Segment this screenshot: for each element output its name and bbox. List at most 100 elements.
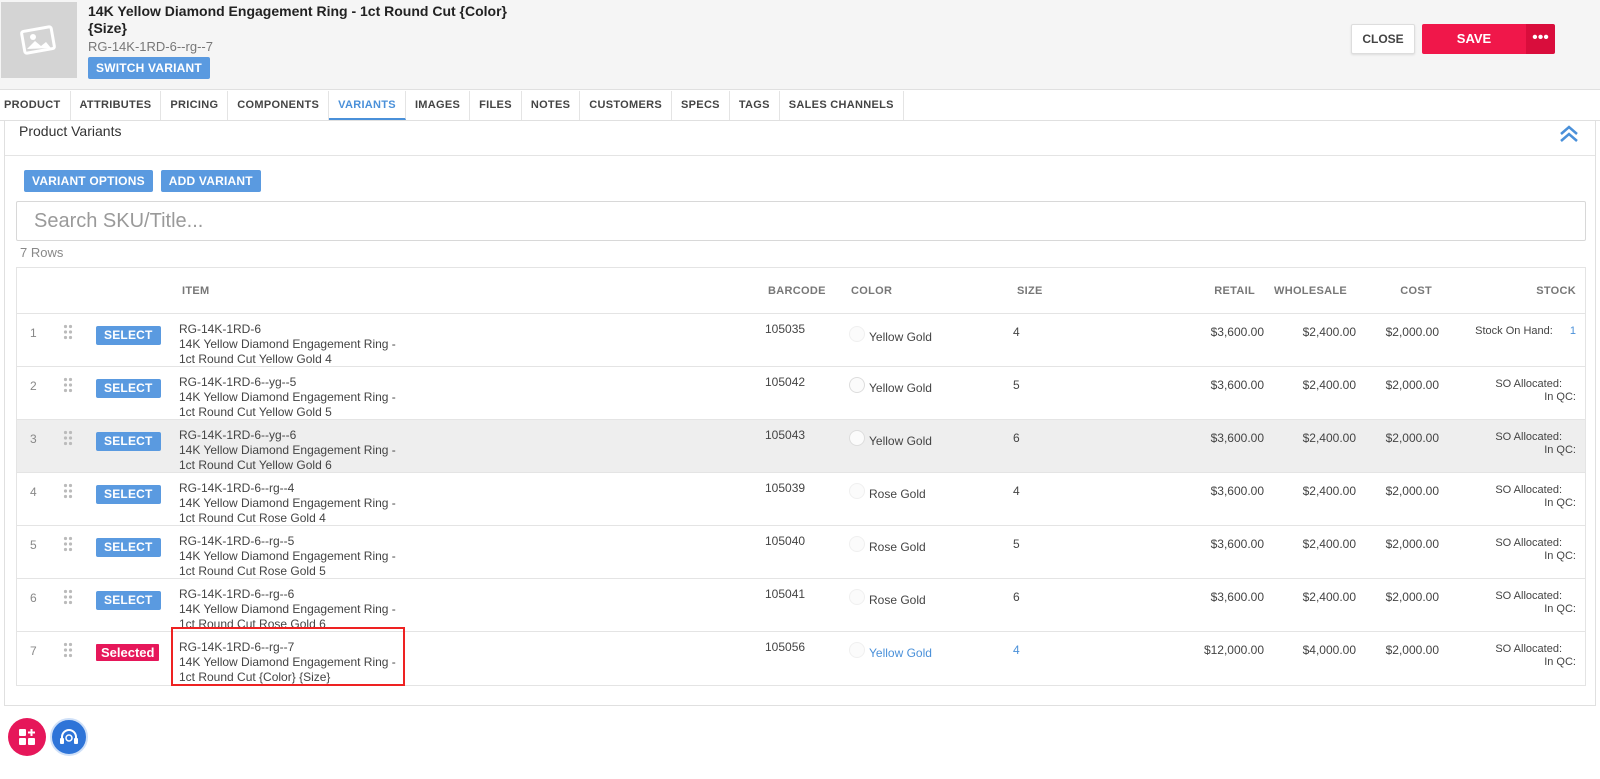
item-title-line2: 1ct Round Cut Yellow Gold 5 — [179, 405, 332, 419]
color-swatch — [849, 326, 865, 342]
color-cell: Rose Gold — [849, 587, 926, 607]
drag-handle-icon[interactable] — [63, 483, 73, 499]
widgets-fab[interactable] — [8, 718, 46, 756]
table-row[interactable]: 2 SELECT RG-14K-1RD-6--yg--5 14K Yellow … — [17, 367, 1585, 420]
stock-value[interactable]: 1 — [1570, 325, 1576, 337]
variant-actions: VARIANT OPTIONS ADD VARIANT — [24, 170, 261, 192]
item-cell[interactable]: RG-14K-1RD-6--yg--5 14K Yellow Diamond E… — [179, 375, 409, 420]
tab-images[interactable]: IMAGES — [406, 91, 471, 120]
stock-cell: SO Allocated: In QC: — [1495, 590, 1576, 616]
product-thumbnail[interactable] — [1, 2, 77, 78]
retail-cell: $3,600.00 — [1210, 590, 1264, 604]
size-cell: 4 — [1013, 643, 1020, 657]
title-block: 14K Yellow Diamond Engagement Ring - 1ct… — [88, 3, 508, 54]
selected-badge-cell: Selected — [96, 644, 160, 661]
support-fab[interactable] — [50, 718, 88, 756]
column-color[interactable]: COLOR — [851, 285, 892, 297]
select-button-cell: SELECT — [96, 485, 161, 504]
select-button[interactable]: SELECT — [96, 591, 161, 610]
search-input[interactable] — [16, 201, 1586, 241]
tab-components[interactable]: COMPONENTS — [228, 91, 330, 120]
table-row[interactable]: 3 SELECT RG-14K-1RD-6--yg--6 14K Yellow … — [17, 420, 1585, 473]
color-cell: Rose Gold — [849, 534, 926, 554]
selected-item-highlight — [171, 627, 405, 686]
cost-cell: $2,000.00 — [1385, 643, 1439, 657]
column-retail[interactable]: RETAIL — [1214, 285, 1255, 297]
stock-line2: In QC: — [1544, 444, 1576, 456]
selected-badge: Selected — [96, 644, 160, 661]
select-button[interactable]: SELECT — [96, 538, 161, 557]
tab-attributes[interactable]: ATTRIBUTES — [71, 91, 162, 120]
size-cell: 5 — [1013, 378, 1020, 392]
item-title-line1: 14K Yellow Diamond Engagement Ring - — [179, 496, 396, 510]
panel-header: Product Variants — [5, 121, 1595, 156]
select-button[interactable]: SELECT — [96, 485, 161, 504]
item-title-line2: 1ct Round Cut Yellow Gold 4 — [179, 352, 332, 366]
row-number: 5 — [30, 538, 37, 552]
add-variant-button[interactable]: ADD VARIANT — [160, 170, 261, 192]
column-barcode[interactable]: BARCODE — [768, 285, 826, 297]
more-options-button[interactable]: ••• — [1526, 24, 1555, 54]
size-cell: 6 — [1013, 590, 1020, 604]
tab-files[interactable]: FILES — [470, 91, 522, 120]
size-cell: 5 — [1013, 537, 1020, 551]
switch-variant-button[interactable]: SWITCH VARIANT — [88, 57, 210, 79]
row-number: 2 — [30, 379, 37, 393]
rows-count: 7 Rows — [20, 245, 64, 260]
column-size[interactable]: SIZE — [1017, 285, 1043, 297]
column-cost[interactable]: COST — [1400, 285, 1432, 297]
select-button-cell: SELECT — [96, 591, 161, 610]
table-row[interactable]: 5 SELECT RG-14K-1RD-6--rg--5 14K Yellow … — [17, 526, 1585, 579]
drag-handle-icon[interactable] — [63, 642, 73, 658]
table-row[interactable]: 4 SELECT RG-14K-1RD-6--rg--4 14K Yellow … — [17, 473, 1585, 526]
color-label: Rose Gold — [869, 487, 926, 501]
drag-handle-icon[interactable] — [63, 430, 73, 446]
close-button[interactable]: CLOSE — [1351, 24, 1415, 54]
barcode-cell: 105056 — [765, 640, 806, 654]
stock-label: SO Allocated: — [1495, 643, 1562, 655]
stock-line1: SO Allocated: — [1495, 378, 1576, 391]
tab-pricing[interactable]: PRICING — [161, 91, 229, 120]
save-button[interactable]: SAVE — [1422, 24, 1526, 54]
image-placeholder-icon — [20, 25, 56, 55]
drag-handle-icon[interactable] — [63, 324, 73, 340]
color-cell: Yellow Gold — [849, 640, 932, 660]
item-cell[interactable]: RG-14K-1RD-6 14K Yellow Diamond Engageme… — [179, 322, 409, 367]
select-button[interactable]: SELECT — [96, 326, 161, 345]
drag-handle-icon[interactable] — [63, 589, 73, 605]
tab-customers[interactable]: CUSTOMERS — [580, 91, 673, 120]
item-cell[interactable]: RG-14K-1RD-6--rg--4 14K Yellow Diamond E… — [179, 481, 409, 526]
tab-tags[interactable]: TAGS — [730, 91, 780, 120]
column-stock[interactable]: STOCK — [1536, 285, 1576, 297]
table-header: ITEM BARCODE COLOR SIZE RETAIL WHOLESALE… — [17, 268, 1585, 314]
variant-options-button[interactable]: VARIANT OPTIONS — [24, 170, 153, 192]
stock-cell: Stock On Hand: 1 — [1475, 325, 1576, 338]
barcode-cell: 105041 — [765, 587, 806, 601]
stock-line1: Stock On Hand: 1 — [1475, 325, 1576, 338]
column-item[interactable]: ITEM — [182, 285, 209, 297]
tab-product[interactable]: PRODUCT — [0, 91, 71, 120]
table-row[interactable]: 6 SELECT RG-14K-1RD-6--rg--6 14K Yellow … — [17, 579, 1585, 632]
retail-cell: $3,600.00 — [1210, 378, 1264, 392]
item-cell[interactable]: RG-14K-1RD-6--rg--5 14K Yellow Diamond E… — [179, 534, 409, 579]
table-row[interactable]: 1 SELECT RG-14K-1RD-6 14K Yellow Diamond… — [17, 314, 1585, 367]
color-label: Rose Gold — [869, 593, 926, 607]
tab-notes[interactable]: NOTES — [522, 91, 581, 120]
item-title-line1: 14K Yellow Diamond Engagement Ring - — [179, 602, 396, 616]
select-button[interactable]: SELECT — [96, 379, 161, 398]
tab-sales-channels[interactable]: SALES CHANNELS — [780, 91, 904, 120]
chevron-double-up-icon[interactable] — [1559, 125, 1579, 143]
item-cell[interactable]: RG-14K-1RD-6--yg--6 14K Yellow Diamond E… — [179, 428, 409, 473]
drag-handle-icon[interactable] — [63, 536, 73, 552]
color-label: Yellow Gold — [869, 434, 932, 448]
tab-specs[interactable]: SPECS — [672, 91, 730, 120]
tab-variants[interactable]: VARIANTS — [329, 91, 406, 120]
color-swatch — [849, 483, 865, 499]
column-wholesale[interactable]: WHOLESALE — [1274, 285, 1347, 297]
drag-handle-icon[interactable] — [63, 377, 73, 393]
item-cell[interactable]: RG-14K-1RD-6--rg--6 14K Yellow Diamond E… — [179, 587, 409, 632]
select-button[interactable]: SELECT — [96, 432, 161, 451]
select-button-cell: SELECT — [96, 538, 161, 557]
stock-line2: In QC: — [1544, 603, 1576, 615]
stock-label: SO Allocated: — [1495, 484, 1562, 496]
